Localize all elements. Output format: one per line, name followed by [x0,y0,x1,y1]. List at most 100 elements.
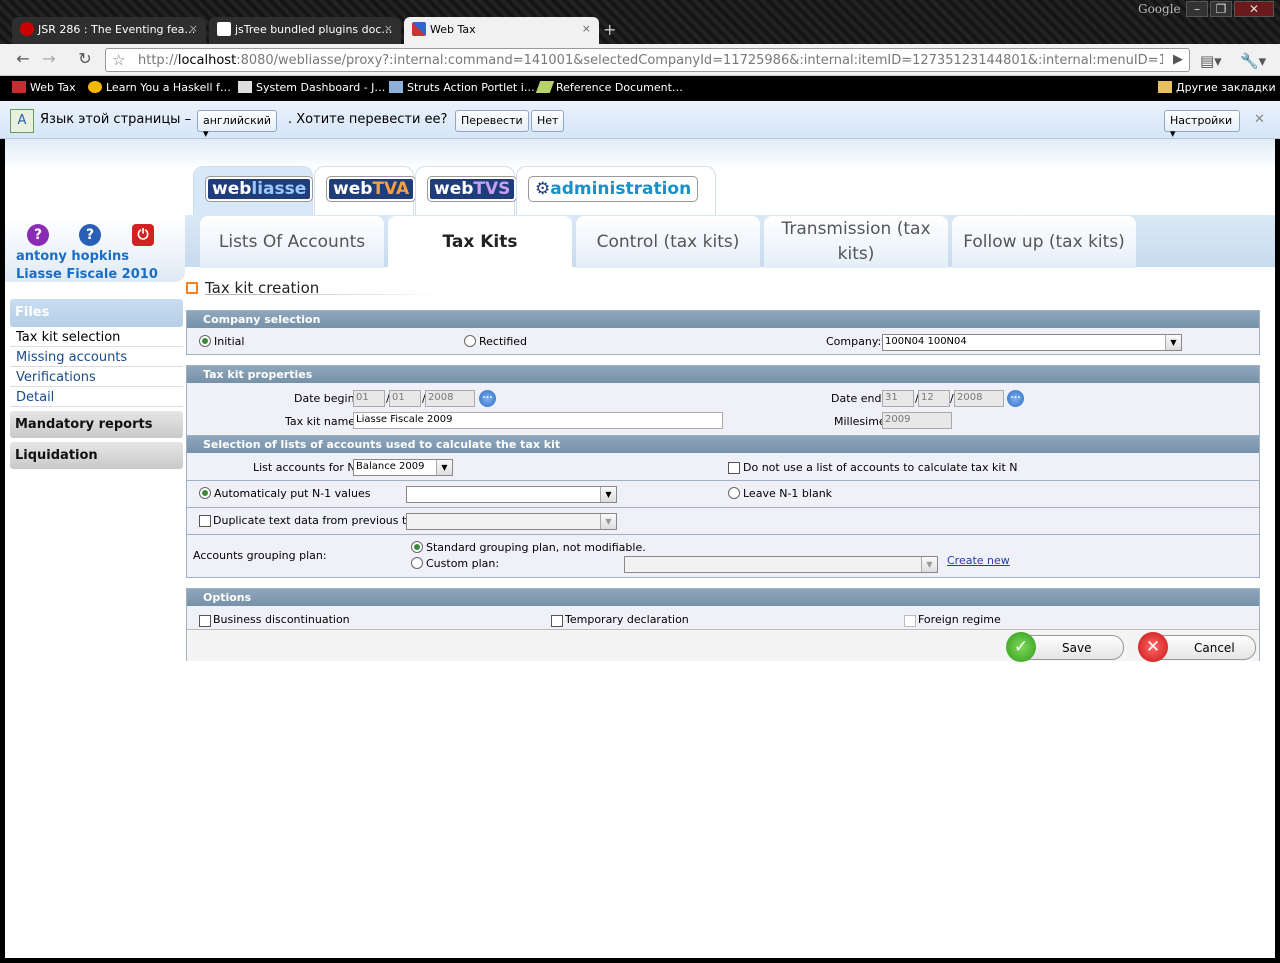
date-begin-day[interactable]: 01 [353,390,385,407]
no-list-checkbox[interactable] [728,462,740,474]
administration-logo: ⚙administration [529,177,698,201]
bookmark-label: Другие закладки [1176,81,1276,94]
initial-radio[interactable] [199,335,211,347]
duplicate-checkbox[interactable] [199,515,211,527]
foreign-regime-checkbox[interactable] [904,615,916,627]
address-bar[interactable]: ☆ http://localhost:8080/webliasse/proxy?… [105,48,1190,72]
date-begin-label: Date begin* [294,392,361,405]
tab-control-tax-kits[interactable]: Control (tax kits) [576,216,760,268]
company-select[interactable]: 100N04 100N04 ▼ [882,334,1182,351]
sidebar-item-detail[interactable]: Detail [10,387,183,407]
back-arrow-icon[interactable]: ← [12,50,34,70]
sidebar-item-tax-kit-selection[interactable]: Tax kit selection [10,327,183,347]
language-value: английский [203,114,272,127]
date-begin-picker-button[interactable]: ... [479,390,496,407]
divider [187,507,1259,508]
browser-tab-jsr286[interactable]: JSR 286 : The Eventing fea… × [12,17,206,44]
save-button[interactable]: ✓ Save [1006,632,1124,662]
bookmark-reference[interactable]: Reference Document… [535,81,683,94]
sidebar-liquidation[interactable]: Liquidation [10,442,183,469]
foreign-regime-label: Foreign regime [918,613,1001,626]
info-icon[interactable]: ? [27,224,49,246]
list-accounts-value: Balance 2009 [356,461,425,472]
app-tab-webtva[interactable]: webTVA [314,166,416,215]
help-icon[interactable]: ? [79,224,101,246]
bookmark-haskell[interactable]: Learn You a Haskell f… [88,81,231,94]
sun-icon [88,81,102,93]
forward-arrow-icon[interactable]: → [38,50,60,70]
auto-n1-radio[interactable] [199,487,211,499]
current-file: Liasse Fiscale 2010 [16,267,158,282]
company-label: Company:* [826,335,887,348]
sidebar-files-head[interactable]: Files [10,299,183,327]
n1-list-select[interactable]: ▼ [406,486,617,503]
webtax-favicon [412,22,426,36]
logo-part: web [434,179,474,199]
wrench-icon[interactable]: 🔧▾ [1240,52,1266,70]
tab-close-icon[interactable]: × [582,22,591,35]
maximize-button[interactable]: ❐ [1210,1,1232,17]
other-bookmarks[interactable]: Другие закладки [1158,81,1276,94]
standard-plan-label: Standard grouping plan, not modifiable. [426,541,646,554]
date-begin-month[interactable]: 01 [389,390,421,407]
bookmark-jira[interactable]: System Dashboard - J… [238,81,385,94]
browser-tab-webtax[interactable]: Web Tax × [404,17,599,44]
go-arrow-icon[interactable]: ▶ [1173,52,1183,67]
previous-taxkit-select[interactable]: ▼ [406,513,617,530]
page-menu-icon[interactable]: ▤▾ [1200,52,1222,70]
list-accounts-select[interactable]: Balance 2009 ▼ [353,459,453,476]
app-tab-webtvs[interactable]: webTVS [415,166,517,215]
chevron-down-icon: ▼ [1165,335,1181,350]
minimize-button[interactable]: – [1186,1,1208,17]
sidebar-item-verifications[interactable]: Verifications [10,367,183,387]
translate-settings-button[interactable]: Настройки ▾ [1164,110,1240,140]
sidebar-mandatory-reports[interactable]: Mandatory reports [10,411,183,438]
title-underline [205,294,440,295]
bookmark-star-icon[interactable]: ☆ [112,51,125,69]
tab-lists-of-accounts[interactable]: Lists Of Accounts [200,216,384,268]
close-window-button[interactable]: ✕ [1234,1,1274,17]
temporary-declaration-checkbox[interactable] [551,615,563,627]
webtax-page: webliasse webTVA webTVS ⚙administration … [5,139,1275,958]
create-new-link[interactable]: Create new [947,554,1010,567]
logo-part: TVA [372,179,410,199]
custom-plan-radio[interactable] [411,557,423,569]
sidebar-item-missing-accounts[interactable]: Missing accounts [10,347,183,367]
bookmark-struts[interactable]: Struts Action Portlet i… [389,81,535,94]
translate-button[interactable]: Перевести [455,110,529,132]
reload-icon[interactable]: ↻ [74,50,96,70]
date-end-day[interactable]: 31 [882,390,914,407]
language-select[interactable]: английский ▾ [197,110,277,140]
date-end-label: Date end* [831,392,888,405]
browser-tab-jstree[interactable]: jsTree bundled plugins doc… × [209,17,401,44]
tab-follow-up-tax-kits[interactable]: Follow up (tax kits) [952,216,1136,268]
browser-toolbar: ← → ↻ ☆ http://localhost:8080/webliasse/… [0,44,1280,76]
cancel-button[interactable]: ✕ Cancel [1138,632,1256,662]
millesime-input[interactable]: 2009 [882,412,952,429]
custom-plan-select[interactable]: ▼ [624,556,938,573]
logo-part: web [212,179,252,199]
tab-close-icon[interactable]: × [384,22,393,35]
bookmark-webtax[interactable]: Web Tax [12,81,76,94]
cancel-label: Cancel [1194,641,1235,655]
checkmark-icon: ✓ [1006,632,1036,662]
new-tab-button[interactable]: + [603,20,616,39]
logout-icon[interactable]: ⏻ [132,224,154,246]
close-infobar-icon[interactable]: ✕ [1254,112,1265,127]
tab-close-icon[interactable]: × [189,22,198,35]
rectified-radio[interactable] [464,335,476,347]
standard-plan-radio[interactable] [411,541,423,553]
business-discontinuation-checkbox[interactable] [199,615,211,627]
tab-tax-kits[interactable]: Tax Kits [388,216,572,268]
date-end-year[interactable]: 2008 [954,390,1004,407]
tab-transmission-tax-kits[interactable]: Transmission (tax kits) [764,216,948,268]
date-begin-year[interactable]: 2008 [425,390,475,407]
no-translate-button[interactable]: Нет [531,110,565,132]
leave-n1-blank-radio[interactable] [728,487,740,499]
date-end-month[interactable]: 12 [918,390,950,407]
tax-kit-name-input[interactable]: Liasse Fiscale 2009 [353,412,723,429]
date-end-picker-button[interactable]: ... [1007,390,1024,407]
duplicate-label: Duplicate text data from previous taxkit [213,514,434,527]
app-tab-webliasse[interactable]: webliasse [193,166,313,215]
app-tab-administration[interactable]: ⚙administration [516,166,716,215]
